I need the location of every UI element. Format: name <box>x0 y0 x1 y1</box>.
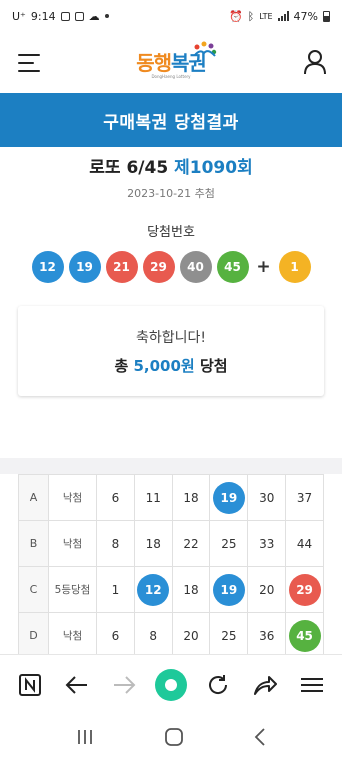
matched-number-ball: 12 <box>137 573 170 606</box>
winning-numbers: 12 19 21 29 40 45 +1 <box>0 251 342 283</box>
prize-amount: 5,000원 <box>133 356 195 375</box>
matched-number-ball: 19 <box>212 481 245 514</box>
signal-icon <box>277 11 289 21</box>
ticket-number: 22 <box>171 520 211 567</box>
green-dot-icon[interactable] <box>153 667 189 703</box>
ticket-number: 20 <box>247 566 287 613</box>
ticket-number: 37 <box>285 474 324 521</box>
draw-title: 로또 6/45 제1090회 <box>0 153 342 178</box>
hamburger-menu-icon[interactable] <box>18 54 40 78</box>
ticket-result: 낙첨 <box>48 612 97 659</box>
app-header: 동행복권 DongHaeng Lottery <box>0 32 342 93</box>
ticket-label: D <box>18 612 49 659</box>
ticket-label: C <box>18 566 49 613</box>
ticket-number: 1 <box>96 566 135 613</box>
page-title: 구매복권 당첨결과 <box>103 112 239 133</box>
matched-number-ball: 29 <box>288 573 321 606</box>
winning-ball: 40 <box>179 251 212 283</box>
cloud-icon: ☁ <box>88 9 100 23</box>
share-icon[interactable] <box>247 667 283 703</box>
ticket-row: D 낙첨 6 8 20 25 36 45 <box>18 612 324 659</box>
prize-prefix: 총 <box>114 356 134 375</box>
winning-ball: 29 <box>142 251 175 283</box>
ticket-number: 11 <box>133 474 173 521</box>
matched-number-cell: 45 <box>285 612 324 659</box>
donghaeng-lottery-logo[interactable]: 동행복권 DongHaeng Lottery <box>136 41 217 79</box>
refresh-icon[interactable] <box>200 667 236 703</box>
ticket-number: 44 <box>285 520 324 567</box>
page-banner: 구매복권 당첨결과 <box>0 93 342 147</box>
plus-sign: + <box>256 257 271 277</box>
system-navigation-bar <box>0 714 342 760</box>
gallery-icon <box>74 11 84 21</box>
ticket-row: B 낙첨 8 18 22 25 33 44 <box>18 520 324 567</box>
ticket-label: A <box>18 474 49 521</box>
ticket-row: C 5등당첨 1 12 18 19 20 29 <box>18 566 324 613</box>
home-button-icon[interactable] <box>165 728 183 746</box>
winning-ball: 45 <box>216 251 249 283</box>
menu-icon[interactable] <box>294 667 330 703</box>
ticket-number: 30 <box>247 474 287 521</box>
browser-toolbar <box>0 654 342 714</box>
ticket-result: 낙첨 <box>48 474 97 521</box>
bluetooth-icon: ᛒ <box>247 9 255 23</box>
battery-percent: 47% <box>293 9 318 23</box>
more-notifications-icon <box>104 14 109 18</box>
game-name: 로또 6/45 <box>89 158 169 178</box>
ticket-number: 6 <box>96 612 135 659</box>
battery-icon <box>323 10 330 22</box>
draw-round: 제1090회 <box>174 158 253 178</box>
matched-number-ball: 19 <box>212 573 245 606</box>
prize-total: 총 5,000원 당첨 <box>114 355 227 376</box>
notification-icon <box>60 11 70 21</box>
ticket-row: A 낙첨 6 11 18 19 30 37 <box>18 474 324 521</box>
status-time: 9:14 <box>30 9 56 23</box>
ticket-result: 5등당첨 <box>48 566 97 613</box>
ticket-number: 33 <box>247 520 287 567</box>
winning-numbers-label: 당첨번호 <box>147 225 195 240</box>
ticket-number: 18 <box>133 520 173 567</box>
back-nav-icon[interactable] <box>254 728 266 746</box>
matched-number-cell: 19 <box>209 566 249 613</box>
ticket-number: 8 <box>96 520 135 567</box>
alarm-icon: ⏰ <box>228 9 243 23</box>
matched-number-cell: 12 <box>133 566 173 613</box>
ticket-number: 20 <box>171 612 211 659</box>
logo-subtitle: DongHaeng Lottery <box>151 73 191 79</box>
draw-result-section: 로또 6/45 제1090회 2023-10-21 추첨 당첨번호 12 19 21… <box>0 147 342 458</box>
ticket-number: 25 <box>209 612 249 659</box>
carrier-label: U⁺ <box>12 9 26 23</box>
ticket-number: 36 <box>247 612 287 659</box>
user-profile-icon[interactable] <box>303 49 327 75</box>
prize-summary-card: 축하합니다! 총 5,000원 당첨 <box>18 306 324 396</box>
matched-number-ball: 45 <box>288 619 321 652</box>
bonus-ball: 1 <box>278 251 311 283</box>
congrats-text: 축하합니다! <box>135 329 206 346</box>
winning-ball: 21 <box>105 251 138 283</box>
winning-ball: 12 <box>31 251 64 283</box>
matched-number-cell: 29 <box>285 566 324 613</box>
forward-icon[interactable] <box>106 667 142 703</box>
ticket-number: 18 <box>171 566 211 613</box>
matched-number-cell: 19 <box>209 474 249 521</box>
network-type: LTE <box>259 11 273 21</box>
section-divider <box>0 458 342 474</box>
ticket-result: 낙첨 <box>48 520 97 567</box>
ticket-number: 25 <box>209 520 249 567</box>
ticket-number: 6 <box>96 474 135 521</box>
ticket-number: 8 <box>133 612 173 659</box>
status-bar: U⁺ 9:14 ☁ ⏰ ᛒ LTE 47% <box>0 0 342 32</box>
naver-home-icon[interactable] <box>12 667 48 703</box>
prize-suffix: 당첨 <box>194 356 228 375</box>
back-icon[interactable] <box>59 667 95 703</box>
recent-apps-icon[interactable] <box>76 729 94 745</box>
logo-people-icon <box>194 41 217 57</box>
logo-text-dongheang: 동행 <box>136 50 172 75</box>
draw-date: 2023-10-21 추첨 <box>127 187 215 200</box>
winning-ball: 19 <box>68 251 101 283</box>
ticket-label: B <box>18 520 49 567</box>
ticket-number: 18 <box>171 474 211 521</box>
